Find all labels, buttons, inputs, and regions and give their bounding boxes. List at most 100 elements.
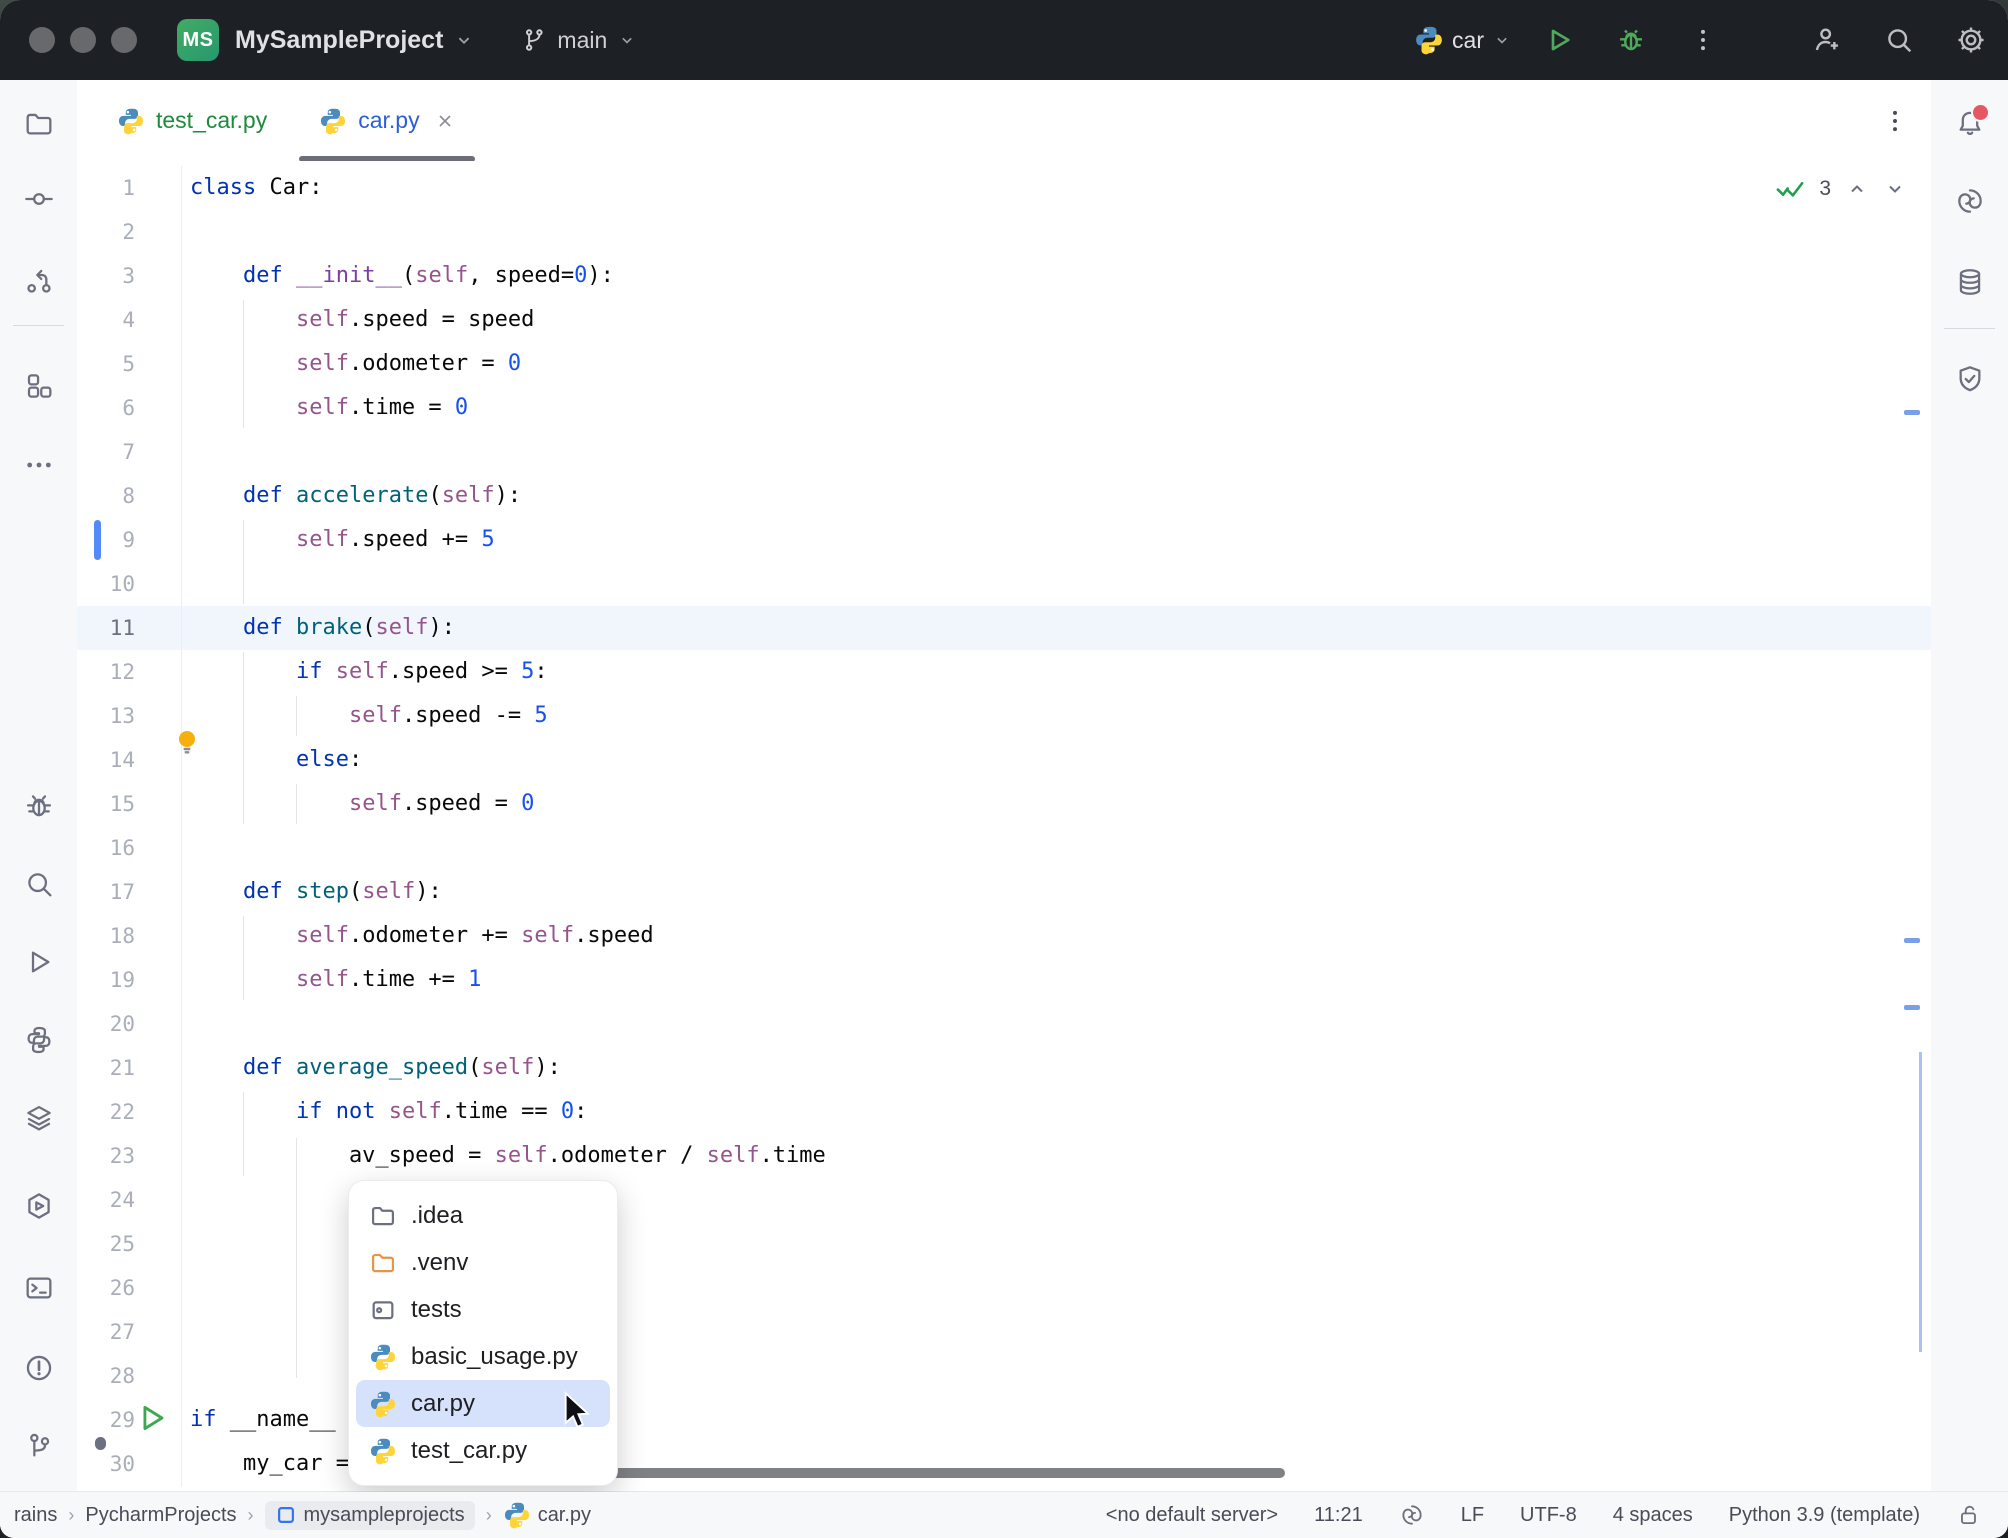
code-line-21[interactable]: 21 def average_speed(self): bbox=[77, 1046, 1931, 1090]
tool-debug-icon[interactable] bbox=[23, 790, 55, 822]
code-line-5[interactable]: 5 self.odometer = 0 bbox=[77, 342, 1931, 386]
popup-item-.venv[interactable]: .venv bbox=[356, 1239, 610, 1286]
status-write-access[interactable] bbox=[1956, 1502, 1982, 1528]
tool-pull-requests-icon[interactable] bbox=[23, 265, 55, 297]
status-line-separator[interactable]: LF bbox=[1461, 1504, 1484, 1527]
code-line-4[interactable]: 4 self.speed = speed bbox=[77, 298, 1931, 342]
tool-search-everywhere-icon[interactable] bbox=[23, 868, 55, 900]
debug-button[interactable] bbox=[1614, 23, 1648, 57]
status-file-encoding[interactable]: UTF-8 bbox=[1520, 1504, 1577, 1527]
line-number: 15 bbox=[77, 782, 135, 826]
code-text: self.speed = 0 bbox=[190, 782, 534, 826]
line-number: 5 bbox=[77, 342, 135, 386]
code-line-8[interactable]: 8 def accelerate(self): bbox=[77, 474, 1931, 518]
code-line-13[interactable]: 13 self.speed -= 5 bbox=[77, 694, 1931, 738]
code-line-6[interactable]: 6 self.time = 0 bbox=[77, 386, 1931, 430]
code-line-3[interactable]: 3 def __init__(self, speed=0): bbox=[77, 254, 1931, 298]
tool-python-packages-icon[interactable] bbox=[23, 1024, 55, 1056]
tool-run-icon[interactable] bbox=[23, 946, 55, 978]
code-text: self.speed -= 5 bbox=[190, 694, 548, 738]
code-line-10[interactable]: 10 bbox=[77, 562, 1931, 606]
popup-item-test_car.py[interactable]: test_car.py bbox=[356, 1427, 610, 1474]
status-interpreter[interactable]: Python 3.9 (template) bbox=[1729, 1504, 1920, 1527]
line-number: 12 bbox=[77, 650, 135, 694]
status-indent-style[interactable]: 4 spaces bbox=[1613, 1504, 1693, 1527]
breadcrumb-PycharmProjects[interactable]: PycharmProjects bbox=[85, 1504, 236, 1527]
intention-bulb-icon[interactable] bbox=[171, 727, 203, 759]
popup-item-tests[interactable]: tests bbox=[356, 1286, 610, 1333]
code-line-7[interactable]: 7 bbox=[77, 430, 1931, 474]
code-with-me-icon[interactable] bbox=[1810, 23, 1844, 57]
breadcrumb-rains[interactable]: rains bbox=[14, 1504, 57, 1527]
code-line-14[interactable]: 14 else: bbox=[77, 738, 1931, 782]
tool-version-control-icon[interactable] bbox=[23, 1430, 55, 1462]
tab-car.py[interactable]: car.py bbox=[293, 80, 480, 161]
tool-services-icon[interactable] bbox=[23, 1190, 55, 1222]
minimize-window-button[interactable] bbox=[70, 27, 96, 53]
code-line-12[interactable]: 12 if self.speed >= 5: bbox=[77, 650, 1931, 694]
search-everywhere-icon[interactable] bbox=[1882, 23, 1916, 57]
code-line-20[interactable]: 20 bbox=[77, 1002, 1931, 1046]
run-configuration-selector[interactable]: car bbox=[1414, 25, 1512, 55]
code-line-19[interactable]: 19 self.time += 1 bbox=[77, 958, 1931, 1002]
breadcrumb-car.py[interactable]: car.py bbox=[503, 1501, 591, 1529]
code-line-1[interactable]: 1class Car: bbox=[77, 166, 1931, 210]
project-logo[interactable]: MS bbox=[177, 19, 219, 61]
code-editor[interactable]: 1class Car:23 def __init__(self, speed=0… bbox=[77, 161, 1931, 1492]
run-button[interactable] bbox=[1542, 23, 1576, 57]
more-actions-icon[interactable] bbox=[1686, 23, 1720, 57]
code-line-9[interactable]: 9 self.speed += 5 bbox=[77, 518, 1931, 562]
breadcrumb-mysampleprojects[interactable]: mysampleprojects bbox=[265, 1501, 475, 1530]
tool-project-folder-icon[interactable] bbox=[23, 108, 55, 140]
status-bar: rains›PycharmProjects›mysampleprojects›c… bbox=[0, 1491, 2008, 1538]
next-problem-icon[interactable] bbox=[1883, 177, 1907, 201]
folder-orange-icon bbox=[369, 1249, 397, 1277]
line-number: 22 bbox=[77, 1090, 135, 1134]
pycharm-window: MS MySampleProject main bbox=[0, 0, 2008, 1538]
tool-structure-icon[interactable] bbox=[23, 370, 55, 402]
git-branch-widget[interactable]: main bbox=[521, 27, 637, 54]
zoom-window-button[interactable] bbox=[111, 27, 137, 53]
run-line-gutter-icon[interactable] bbox=[135, 1401, 169, 1435]
code-line-18[interactable]: 18 self.odometer += self.speed bbox=[77, 914, 1931, 958]
code-line-23[interactable]: 23 av_speed = self.odometer / self.time bbox=[77, 1134, 1931, 1178]
popup-item-label: .idea bbox=[411, 1202, 463, 1230]
tool-layers-icon[interactable] bbox=[23, 1102, 55, 1134]
python-file-icon bbox=[319, 107, 347, 135]
tool-database-icon[interactable] bbox=[1954, 266, 1986, 298]
tab-test_car.py[interactable]: test_car.py bbox=[91, 80, 293, 161]
inspections-widget[interactable]: 3 bbox=[1775, 176, 1907, 202]
tool-shield-check-icon[interactable] bbox=[1954, 363, 1986, 395]
popup-item-basic_usage.py[interactable]: basic_usage.py bbox=[356, 1333, 610, 1380]
tool-problems-icon[interactable] bbox=[23, 1352, 55, 1384]
line-number: 9 bbox=[77, 518, 135, 562]
popup-item-.idea[interactable]: .idea bbox=[356, 1192, 610, 1239]
code-line-2[interactable]: 2 bbox=[77, 210, 1931, 254]
popup-item-label: car.py bbox=[411, 1390, 475, 1418]
close-window-button[interactable] bbox=[29, 27, 55, 53]
status-ai-status[interactable] bbox=[1399, 1502, 1425, 1528]
line-number: 10 bbox=[77, 562, 135, 606]
code-line-11[interactable]: 11 def brake(self): bbox=[77, 606, 1931, 650]
tool-notifications-bell-icon[interactable] bbox=[1954, 107, 1986, 139]
modified-line-marker bbox=[94, 520, 101, 560]
tool-more-icon[interactable] bbox=[23, 449, 55, 481]
close-tab-icon[interactable] bbox=[435, 111, 455, 131]
run-configuration-name: car bbox=[1452, 27, 1484, 54]
project-name[interactable]: MySampleProject bbox=[235, 26, 443, 55]
chevron-down-icon[interactable] bbox=[453, 29, 475, 51]
tab-options-icon[interactable] bbox=[1881, 107, 1909, 135]
tool-ai-assistant-icon[interactable] bbox=[1954, 185, 1986, 217]
code-line-15[interactable]: 15 self.speed = 0 bbox=[77, 782, 1931, 826]
prev-problem-icon[interactable] bbox=[1845, 177, 1869, 201]
code-line-22[interactable]: 22 if not self.time == 0: bbox=[77, 1090, 1931, 1134]
status-cursor-position[interactable]: 11:21 bbox=[1314, 1504, 1363, 1527]
settings-gear-icon[interactable] bbox=[1954, 23, 1988, 57]
scrollbar-thumb[interactable] bbox=[1919, 1052, 1922, 1352]
code-line-16[interactable]: 16 bbox=[77, 826, 1931, 870]
tool-commit-icon[interactable] bbox=[23, 183, 55, 215]
tool-terminal-icon[interactable] bbox=[23, 1272, 55, 1304]
status-default-server[interactable]: <no default server> bbox=[1106, 1504, 1278, 1527]
code-line-17[interactable]: 17 def step(self): bbox=[77, 870, 1931, 914]
right-tool-rail bbox=[1930, 80, 2008, 1492]
